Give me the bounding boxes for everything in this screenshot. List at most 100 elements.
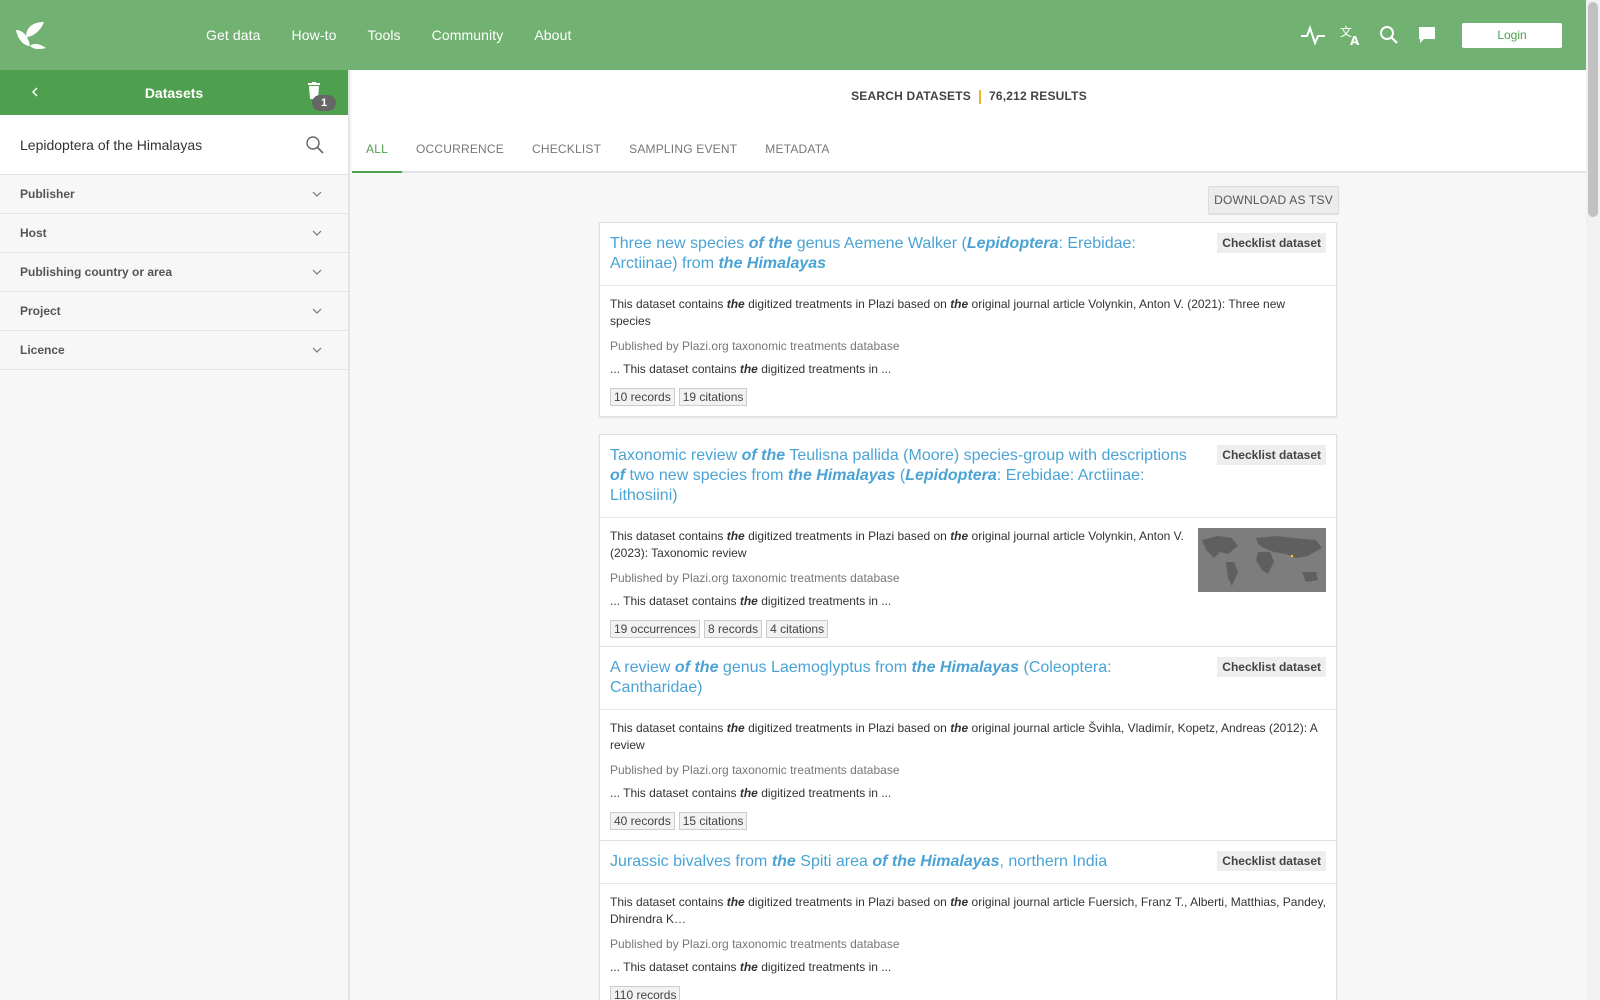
card-body: This dataset contains the digitized trea… <box>600 286 1336 416</box>
facet-publishing-country[interactable]: Publishing country or area <box>0 253 348 292</box>
dataset-title-link[interactable]: Jurassic bivalves from the Spiti area of… <box>610 852 1206 872</box>
tab-all[interactable]: ALL <box>352 127 402 173</box>
title-segment: the Himalayas <box>911 659 1020 676</box>
page-scrollbar[interactable] <box>1586 0 1600 1000</box>
dataset-description: This dataset contains the digitized trea… <box>610 894 1326 928</box>
card-header: A review of the genus Laemoglyptus from … <box>600 647 1336 710</box>
chevron-left-icon[interactable] <box>26 82 44 102</box>
snippet-segment: digitized treatments in ... <box>757 786 892 800</box>
description-text: This dataset contains <box>610 297 727 311</box>
nav-community[interactable]: Community <box>432 27 504 43</box>
publisher-line: Published by Plazi.org taxonomic treatme… <box>610 937 900 951</box>
dataset-card[interactable]: A review of the genus Laemoglyptus from … <box>599 646 1337 841</box>
description-text: digitized treatments in Plazi based on <box>744 895 951 909</box>
description-text: original journal article <box>968 895 1089 909</box>
stat-chip: 40 records <box>610 812 675 830</box>
chevron-down-icon <box>312 230 322 236</box>
description-text: the <box>950 895 969 909</box>
dataset-card[interactable]: Three new species of the genus Aemene Wa… <box>599 222 1337 417</box>
snippet-segment: the <box>739 786 758 800</box>
dataset-stats: 110 records <box>610 986 1326 1000</box>
title-segment: two new species from <box>625 467 788 484</box>
dataset-stats: 19 occurrences 8 records 4 citations <box>610 620 1186 638</box>
chevron-down-icon <box>312 269 322 275</box>
tab-metadata[interactable]: METADATA <box>751 127 843 173</box>
leaf-logo-icon[interactable] <box>14 20 48 50</box>
snippet-segment: the <box>739 362 758 376</box>
stat-chip: 8 records <box>704 620 763 638</box>
description-text: original journal article <box>968 529 1089 543</box>
scrollbar-thumb[interactable] <box>1588 2 1598 217</box>
nav-about[interactable]: About <box>534 27 571 43</box>
description-text: the <box>950 529 969 543</box>
activity-icon[interactable] <box>1294 0 1332 70</box>
nav-tools[interactable]: Tools <box>367 27 400 43</box>
stat-chip: 15 citations <box>678 812 748 830</box>
description-text: original journal article <box>968 721 1089 735</box>
search-input[interactable] <box>20 136 290 153</box>
snippet-segment: digitized treatments in ... <box>757 362 892 376</box>
nav-get-data[interactable]: Get data <box>206 27 261 43</box>
search-label: SEARCH DATASETS <box>851 89 971 103</box>
facet-licence[interactable]: Licence <box>0 331 348 370</box>
chevron-down-icon <box>312 191 322 197</box>
dataset-title-link[interactable]: Taxonomic review of the Teulisna pallida… <box>610 446 1206 506</box>
snippet-segment: the <box>739 594 758 608</box>
dataset-title-link[interactable]: Three new species of the genus Aemene Wa… <box>610 234 1206 274</box>
chevron-down-icon <box>312 347 322 353</box>
dataset-card[interactable]: Jurassic bivalves from the Spiti area of… <box>599 840 1337 1000</box>
feedback-icon[interactable] <box>1408 0 1446 70</box>
title-segment: ( <box>895 467 906 484</box>
search-icon[interactable] <box>305 135 325 155</box>
facet-label: Publishing country or area <box>20 265 173 279</box>
title-segment: Three new species <box>610 235 749 252</box>
snippet-segment: ... This dataset contains <box>610 786 740 800</box>
description-text: This dataset contains <box>610 895 727 909</box>
tab-sampling-event[interactable]: SAMPLING EVENT <box>615 127 751 173</box>
search-snippet: ... This dataset contains the digitized … <box>610 594 1186 608</box>
chevron-down-icon <box>312 308 322 314</box>
snippet-segment: digitized treatments in ... <box>757 594 892 608</box>
stat-chip: 19 occurrences <box>610 620 701 638</box>
dataset-type-badge: Checklist dataset <box>1217 233 1326 253</box>
title-segment: genus Laemoglyptus from <box>718 659 912 676</box>
tab-checklist[interactable]: CHECKLIST <box>518 127 615 173</box>
sidebar-header: Datasets 1 <box>0 70 348 115</box>
filter-count-badge: 1 <box>312 95 336 111</box>
facet-host[interactable]: Host <box>0 214 348 253</box>
card-body: This dataset contains the digitized trea… <box>600 518 1336 648</box>
dataset-card[interactable]: Taxonomic review of the Teulisna pallida… <box>599 434 1337 649</box>
title-segment: Teulisna pallida (Moore) species-group w… <box>785 447 1187 464</box>
facet-project[interactable]: Project <box>0 292 348 331</box>
facet-publisher[interactable]: Publisher <box>0 175 348 214</box>
tab-occurrence[interactable]: OCCURRENCE <box>402 127 518 173</box>
title-segment: genus Aemene Walker ( <box>792 235 967 252</box>
results-count: SEARCH DATASETS 76,212 RESULTS <box>352 89 1586 104</box>
count-separator <box>978 89 981 104</box>
title-segment: A review <box>610 659 675 676</box>
description-text: the <box>726 721 745 735</box>
description-text: the <box>950 721 969 735</box>
title-segment: of the <box>748 235 793 252</box>
card-body: This dataset contains the digitized trea… <box>600 884 1336 1000</box>
title-segment: of the <box>741 447 786 464</box>
search-snippet: ... This dataset contains the digitized … <box>610 786 1326 800</box>
title-segment: Spiti area <box>795 853 873 870</box>
download-tsv-button[interactable]: DOWNLOAD AS TSV <box>1208 186 1339 214</box>
dataset-title-link[interactable]: A review of the genus Laemoglyptus from … <box>610 658 1206 698</box>
description-text: the <box>726 297 745 311</box>
publisher-line: Published by Plazi.org taxonomic treatme… <box>610 763 900 777</box>
translate-icon[interactable]: 文A <box>1332 0 1370 70</box>
dataset-type-tabs: ALL OCCURRENCE CHECKLIST SAMPLING EVENT … <box>352 127 844 173</box>
description-text: the <box>950 297 969 311</box>
header-actions: 文A Login <box>1294 0 1586 70</box>
nav-how-to[interactable]: How-to <box>292 27 337 43</box>
dataset-stats: 10 records 19 citations <box>610 388 1326 406</box>
results-total: 76,212 RESULTS <box>988 89 1087 103</box>
login-button[interactable]: Login <box>1462 22 1562 48</box>
results-header: SEARCH DATASETS 76,212 RESULTS ALL OCCURR… <box>352 70 1586 173</box>
description-text: digitized treatments in Plazi based on <box>744 721 951 735</box>
card-header: Taxonomic review of the Teulisna pallida… <box>600 435 1336 518</box>
occurrence-map-thumbnail <box>1198 528 1326 592</box>
search-icon[interactable] <box>1370 0 1408 70</box>
